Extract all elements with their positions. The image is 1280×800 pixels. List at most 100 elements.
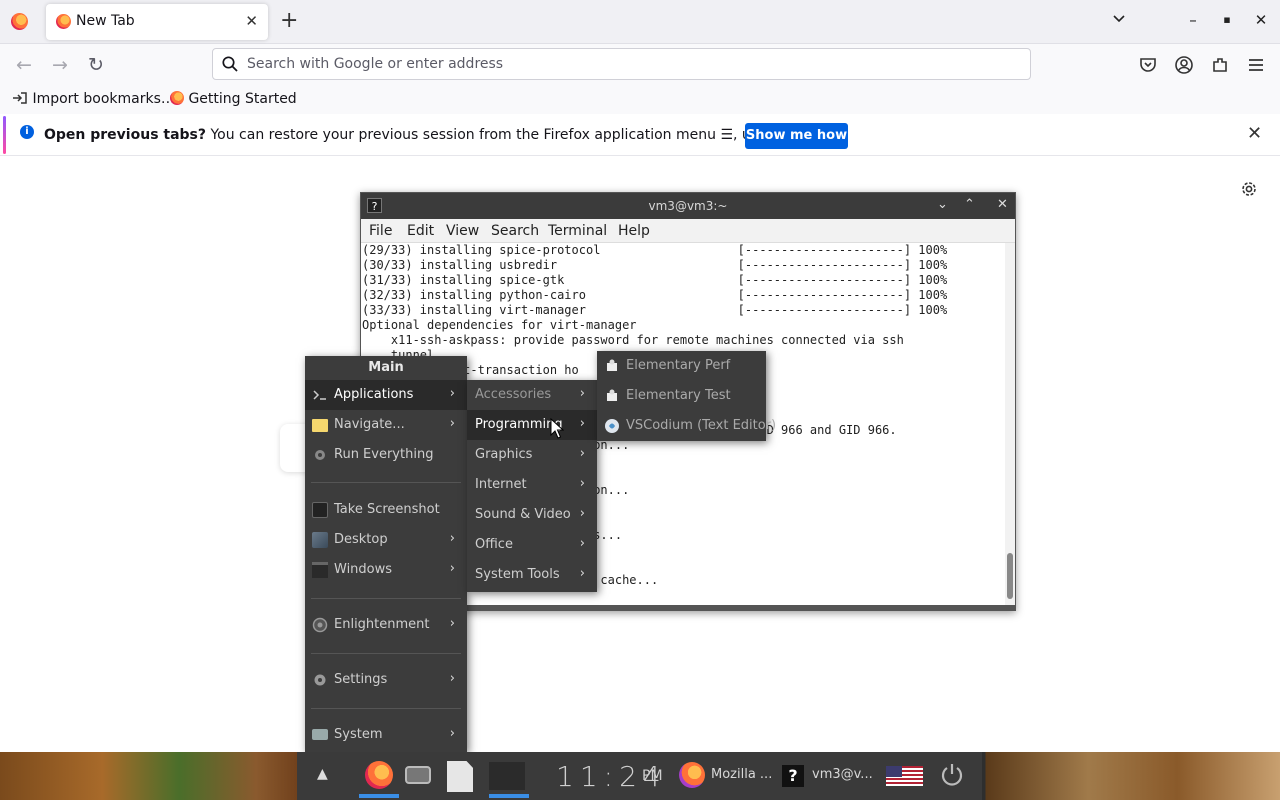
menu-item-internet[interactable]: Internet ›	[467, 470, 597, 500]
shelf-terminal-launcher[interactable]	[485, 752, 529, 800]
menu-item-desktop[interactable]: Desktop ›	[305, 525, 467, 555]
desktop-icon	[312, 532, 328, 548]
forward-button[interactable]: →	[48, 53, 72, 77]
menu-view[interactable]: View	[446, 223, 479, 239]
menu-item-elementary-test[interactable]: Elementary Test	[597, 381, 766, 411]
menu-help[interactable]: Help	[618, 223, 650, 239]
submenu-arrow-icon: ›	[579, 566, 585, 581]
submenu-arrow-icon: ›	[449, 726, 455, 741]
shelf-launcher-arrow[interactable]: ▲	[317, 766, 328, 786]
pocket-icon[interactable]	[1138, 55, 1158, 75]
menu-item-label: Desktop	[334, 532, 388, 547]
show-me-how-button[interactable]: Show me how	[745, 123, 848, 149]
main-menu: Main Applications › Navigate... › Run Ev…	[305, 356, 467, 752]
camera-icon	[405, 766, 431, 784]
firefox-icon	[56, 14, 71, 29]
bookmarks-toolbar: Import bookmarks… Getting Started	[0, 86, 1280, 114]
submenu-arrow-icon: ›	[449, 671, 455, 686]
notification-accent-strip	[3, 116, 6, 154]
windows-icon	[312, 562, 328, 578]
menu-item-graphics[interactable]: Graphics ›	[467, 440, 597, 470]
menu-item-label: Elementary Perf	[626, 358, 731, 373]
menu-item-elementary-perf[interactable]: Elementary Perf	[597, 351, 766, 381]
info-icon: i	[20, 125, 34, 139]
firefox-view-icon[interactable]	[11, 13, 28, 30]
firefox-icon	[365, 761, 393, 789]
search-icon	[222, 56, 238, 72]
bookmark-label: Getting Started	[188, 91, 297, 107]
elementary-icon	[607, 389, 617, 401]
clock-ampm: PM	[642, 768, 663, 784]
gear-icon[interactable]	[1240, 180, 1258, 198]
shelf-screenshot-launcher[interactable]	[401, 752, 435, 800]
terminal-line: (33/33) installing virt-manager [-------…	[362, 303, 948, 317]
menu-item-enlightenment[interactable]: Enlightenment ›	[305, 610, 467, 640]
taskbar-item-label: vm3@v...	[812, 767, 873, 782]
submenu-arrow-icon: ›	[579, 506, 585, 521]
menu-file[interactable]: File	[369, 223, 392, 239]
close-window-button[interactable]: ✕	[1252, 11, 1270, 29]
bookmark-import[interactable]: Import bookmarks…	[12, 91, 175, 107]
shelf-firefox-launcher[interactable]	[359, 752, 399, 800]
submenu-arrow-icon: ›	[579, 386, 585, 401]
bookmark-getting-started[interactable]: Getting Started	[170, 91, 297, 107]
list-all-tabs-button[interactable]	[1110, 11, 1128, 29]
us-flag-icon[interactable]	[886, 766, 923, 786]
menu-item-accessories[interactable]: Accessories ›	[467, 380, 597, 410]
menu-item-label: System Tools	[475, 567, 560, 582]
tab-bar: New Tab ✕ + – ▪ ✕	[0, 0, 1280, 44]
menu-item-system[interactable]: System ›	[305, 720, 467, 750]
import-icon	[13, 92, 27, 104]
menu-item-label: Take Screenshot	[334, 502, 440, 517]
menu-terminal[interactable]: Terminal	[548, 223, 607, 239]
menu-item-label: Office	[475, 537, 513, 552]
menu-item-label: Run Everything	[334, 447, 434, 462]
menu-item-settings[interactable]: Settings ›	[305, 665, 467, 695]
shade-button[interactable]: ⌄	[937, 197, 948, 212]
shelf-files-launcher[interactable]	[445, 752, 475, 800]
extensions-icon[interactable]	[1210, 55, 1230, 75]
account-icon[interactable]	[1174, 55, 1194, 75]
menu-item-vscodium[interactable]: VSCodium (Text Editor)	[597, 411, 776, 441]
menu-item-label: Enlightenment	[334, 617, 430, 632]
submenu-arrow-icon: ›	[579, 476, 585, 491]
close-button[interactable]: ✕	[997, 197, 1008, 212]
tab-close-button[interactable]: ✕	[245, 12, 258, 30]
maximize-button[interactable]: ▪	[1218, 13, 1236, 26]
menu-edit[interactable]: Edit	[407, 223, 434, 239]
menu-item-take-screenshot[interactable]: Take Screenshot	[305, 495, 467, 525]
programming-submenu: Elementary Perf Elementary Test VSCodium…	[597, 351, 776, 441]
power-icon[interactable]	[939, 762, 965, 788]
reload-button[interactable]: ↻	[84, 53, 108, 77]
url-bar[interactable]	[212, 48, 1031, 80]
maximize-button[interactable]: ⌃	[964, 197, 975, 212]
menu-item-run-everything[interactable]: Run Everything	[305, 440, 467, 470]
tab-new-tab[interactable]: New Tab ✕	[46, 4, 268, 40]
menu-item-sound-video[interactable]: Sound & Video ›	[467, 500, 597, 530]
new-tab-button[interactable]: +	[280, 10, 298, 32]
menu-item-programming[interactable]: Programming ›	[467, 410, 597, 440]
menu-icon[interactable]	[1246, 55, 1266, 75]
menu-item-system-tools[interactable]: System Tools ›	[467, 560, 597, 590]
menu-item-applications[interactable]: Applications ›	[305, 380, 467, 410]
menu-search[interactable]: Search	[491, 223, 539, 239]
terminal-line: x11-ssh-askpass: provide password for re…	[362, 333, 904, 347]
minimize-button[interactable]: –	[1184, 11, 1202, 29]
submenu-arrow-icon: ›	[449, 416, 455, 431]
menu-item-navigate[interactable]: Navigate... ›	[305, 410, 467, 440]
url-input[interactable]	[247, 52, 1017, 76]
notification-close-button[interactable]: ✕	[1247, 123, 1262, 144]
menu-item-label: Internet	[475, 477, 527, 492]
menu-item-windows[interactable]: Windows ›	[305, 555, 467, 585]
elementary-icon	[607, 359, 617, 371]
system-icon	[312, 729, 328, 740]
notification-message: Open previous tabs? You can restore your…	[44, 127, 840, 143]
menu-separator	[311, 598, 461, 599]
terminal-icon: ?	[782, 765, 804, 787]
menu-item-office[interactable]: Office ›	[467, 530, 597, 560]
terminal-titlebar[interactable]: ? vm3@vm3:~ ⌄ ⌃ ✕	[361, 193, 1015, 219]
terminal-line: (32/33) installing python-cairo [-------…	[362, 288, 948, 302]
back-button[interactable]: ←	[12, 53, 36, 77]
terminal-scrollbar[interactable]	[1005, 243, 1015, 605]
scrollbar-thumb[interactable]	[1007, 553, 1013, 599]
